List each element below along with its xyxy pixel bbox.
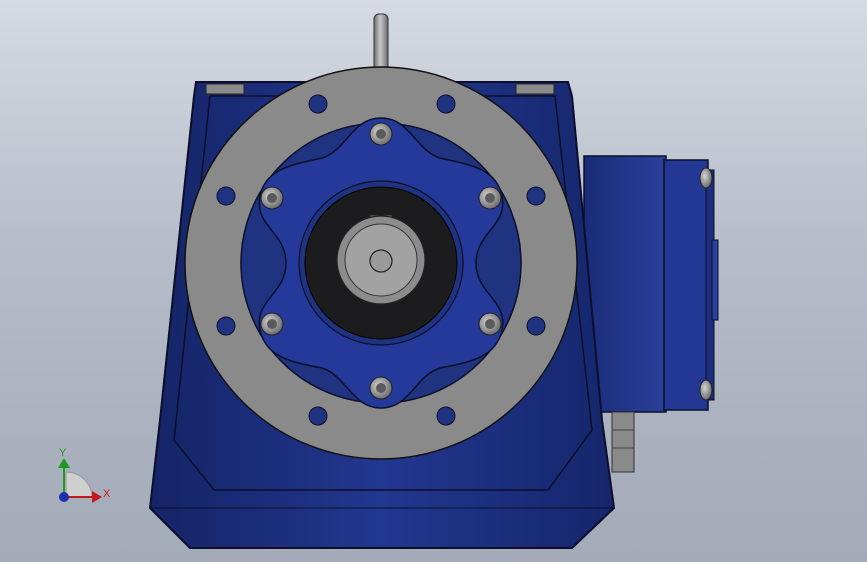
triad-arc <box>65 471 93 498</box>
triad-x-label: X <box>103 488 111 500</box>
3d-viewport[interactable]: Y X <box>0 0 867 562</box>
z-axis-icon <box>59 492 69 502</box>
top-shaft <box>373 13 389 73</box>
side-adapter <box>583 155 719 473</box>
output-bore <box>304 186 458 340</box>
gearbox-model[interactable]: Y X <box>0 0 867 562</box>
coordinate-triad: Y X <box>58 447 111 503</box>
triad-y-label: Y <box>59 447 67 459</box>
